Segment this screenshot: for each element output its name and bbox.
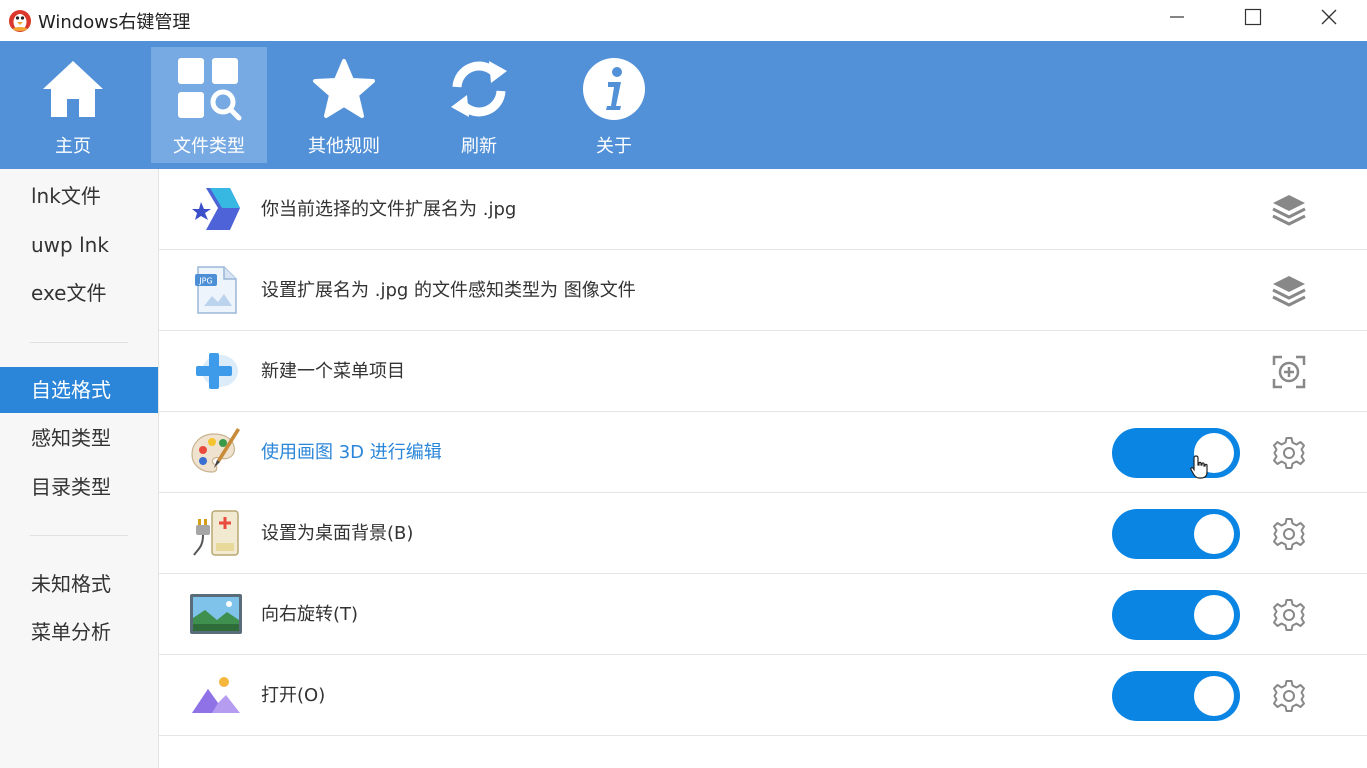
toggle-switch[interactable] <box>1112 428 1240 478</box>
toolbar-file-type-button[interactable]: 文件类型 <box>151 47 267 163</box>
toolbar-other-rules-button[interactable]: 其他规则 <box>286 47 402 163</box>
toolbar-home-label: 主页 <box>55 136 91 157</box>
list-item-open[interactable]: 打开(O) <box>159 655 1367 736</box>
toggle-switch[interactable] <box>1112 671 1240 721</box>
list-item-perceived-type[interactable]: JPG 设置扩展名为 .jpg 的文件感知类型为 图像文件 <box>159 250 1367 331</box>
close-icon <box>1321 9 1337 25</box>
list-item-label: 你当前选择的文件扩展名为 .jpg <box>261 199 517 220</box>
extension-icon <box>189 184 243 234</box>
gear-icon[interactable] <box>1269 596 1309 634</box>
info-icon <box>578 53 650 125</box>
list-item-label: 打开(O) <box>261 685 326 706</box>
home-icon <box>37 53 109 125</box>
app-logo-icon <box>9 9 31 32</box>
window-controls <box>1139 0 1367 34</box>
toolbar-file-type-label: 文件类型 <box>173 136 245 157</box>
sidebar: lnk文件 uwp lnk exe文件 自选格式 感知类型 目录类型 未知格式 … <box>0 169 159 768</box>
maximize-icon <box>1244 8 1262 26</box>
maximize-button[interactable] <box>1215 0 1291 34</box>
sidebar-divider <box>30 535 128 536</box>
palette-icon <box>189 427 243 477</box>
refresh-icon <box>443 53 515 125</box>
sidebar-item-menu-analysis[interactable]: 菜单分析 <box>0 609 158 655</box>
sidebar-divider <box>30 342 128 343</box>
list-item-rotate-right[interactable]: 向右旋转(T) <box>159 574 1367 655</box>
hand-cursor-icon <box>1190 455 1208 479</box>
window-title: Windows右键管理 <box>38 11 191 33</box>
jpg-file-icon: JPG <box>189 265 243 315</box>
gear-icon[interactable] <box>1269 677 1309 715</box>
list-item-label: 新建一个菜单项目 <box>261 361 405 382</box>
sidebar-item-uwp-lnk[interactable]: uwp lnk <box>0 222 158 268</box>
list-item-label: 使用画图 3D 进行编辑 <box>261 442 442 463</box>
sidebar-item-exe[interactable]: exe文件 <box>0 270 158 316</box>
toggle-switch[interactable] <box>1112 509 1240 559</box>
minimize-button[interactable] <box>1139 0 1215 34</box>
main-toolbar: 主页 文件类型 其他规则 刷新 关于 <box>0 41 1367 169</box>
toggle-knob <box>1194 676 1234 716</box>
sidebar-item-directory-type[interactable]: 目录类型 <box>0 464 158 510</box>
sidebar-item-custom-format[interactable]: 自选格式 <box>0 367 158 413</box>
minimize-icon <box>1170 16 1184 18</box>
list-item-label: 设置扩展名为 .jpg 的文件感知类型为 图像文件 <box>261 280 636 301</box>
picture-icon <box>189 589 243 639</box>
close-button[interactable] <box>1291 0 1367 34</box>
photos-icon <box>189 670 243 720</box>
toggle-switch[interactable] <box>1112 590 1240 640</box>
toolbar-refresh-label: 刷新 <box>461 136 497 157</box>
svg-text:JPG: JPG <box>198 277 212 286</box>
content-list: 你当前选择的文件扩展名为 .jpg JPG 设置扩展名为 .jpg 的文件感知类… <box>159 169 1367 768</box>
sidebar-item-lnk[interactable]: lnk文件 <box>0 173 158 219</box>
toolbar-home-button[interactable]: 主页 <box>15 47 131 163</box>
list-item-new-menu[interactable]: 新建一个菜单项目 <box>159 331 1367 412</box>
star-icon <box>308 53 380 125</box>
gear-icon[interactable] <box>1269 515 1309 553</box>
list-item-label: 向右旋转(T) <box>261 604 359 625</box>
toolbar-about-button[interactable]: 关于 <box>556 47 672 163</box>
sidebar-item-unknown-format[interactable]: 未知格式 <box>0 561 158 607</box>
list-item-label: 设置为桌面背景(B) <box>261 523 414 544</box>
wallpaper-icon <box>189 508 243 558</box>
list-item-extension[interactable]: 你当前选择的文件扩展名为 .jpg <box>159 169 1367 250</box>
layers-icon[interactable] <box>1269 191 1309 229</box>
file-type-icon <box>173 53 245 125</box>
toolbar-about-label: 关于 <box>596 136 632 157</box>
add-frame-icon[interactable] <box>1269 353 1309 391</box>
layers-icon[interactable] <box>1269 272 1309 310</box>
list-item-edit-paint3d[interactable]: 使用画图 3D 进行编辑 <box>159 412 1367 493</box>
add-icon <box>189 346 243 396</box>
toolbar-other-rules-label: 其他规则 <box>308 136 380 157</box>
gear-icon[interactable] <box>1269 434 1309 472</box>
list-item-set-wallpaper[interactable]: 设置为桌面背景(B) <box>159 493 1367 574</box>
sidebar-item-perceived-type[interactable]: 感知类型 <box>0 415 158 461</box>
toolbar-refresh-button[interactable]: 刷新 <box>421 47 537 163</box>
toggle-knob <box>1194 514 1234 554</box>
title-bar: Windows右键管理 <box>0 0 1367 41</box>
toggle-knob <box>1194 595 1234 635</box>
